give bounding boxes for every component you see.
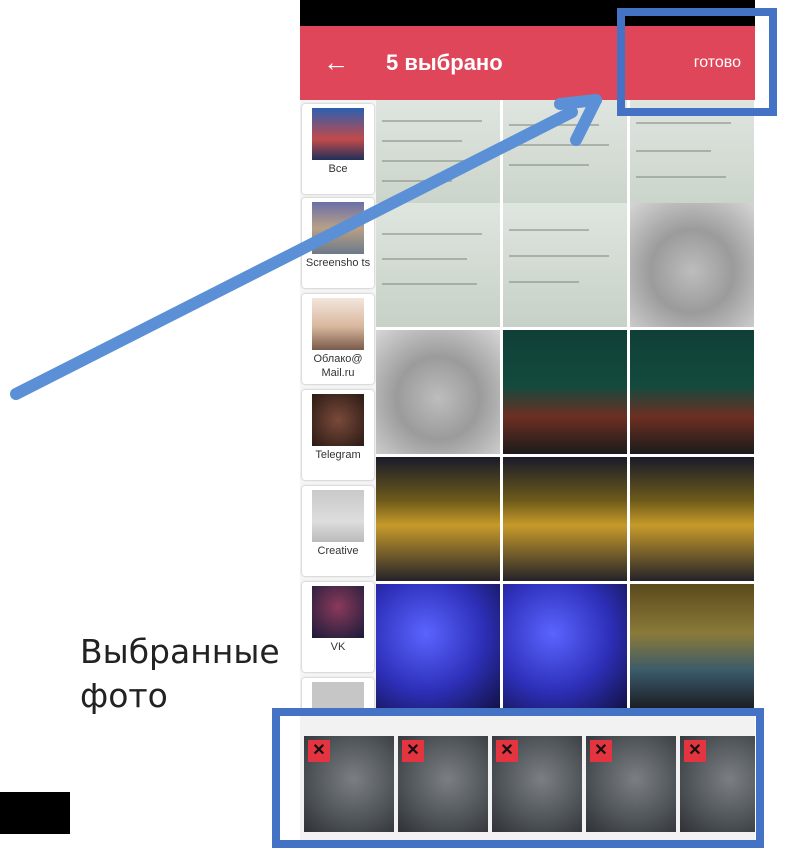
- pointer-arrow-icon: [10, 94, 602, 400]
- black-block: [0, 792, 70, 834]
- selected-photos-caption: Выбранные фото: [80, 632, 280, 715]
